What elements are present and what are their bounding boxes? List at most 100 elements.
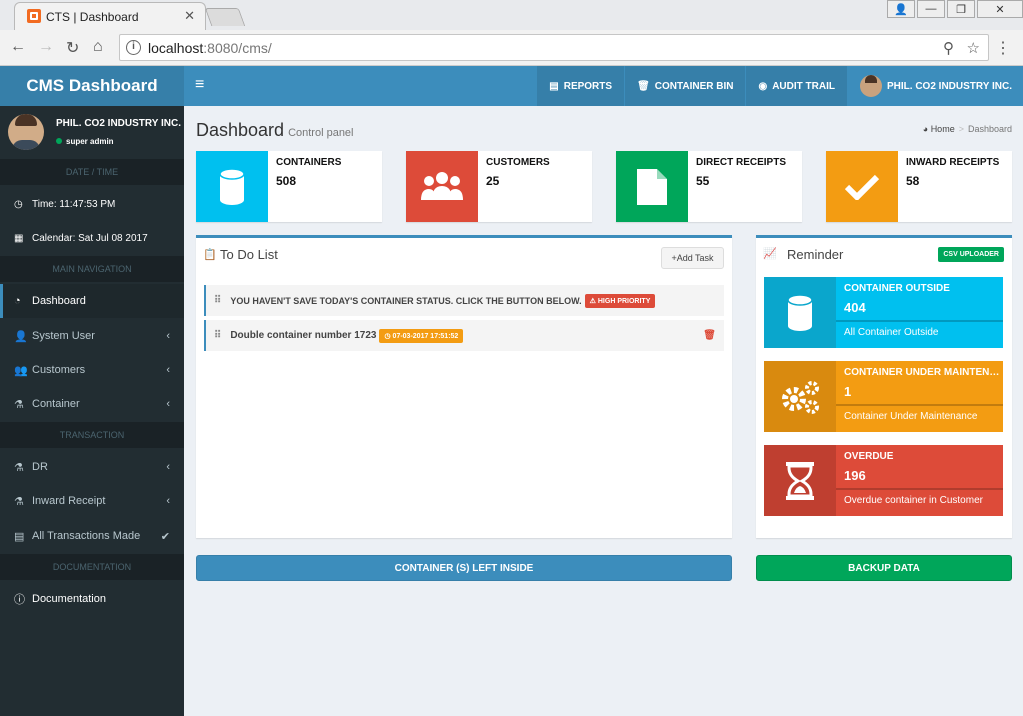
new-tab-button[interactable]	[204, 8, 246, 26]
maximize-button[interactable]: ❐	[947, 0, 975, 18]
drag-handle-icon[interactable]: ⠿	[214, 330, 221, 341]
profile-icon[interactable]: 👤	[887, 0, 915, 18]
progress-divider	[836, 404, 1003, 406]
close-window-button[interactable]: ✕	[977, 0, 1023, 18]
info-box-customers[interactable]: CUSTOMERS 25	[406, 151, 592, 222]
page-subtitle: Control panel	[288, 127, 354, 139]
check-icon	[826, 151, 898, 222]
close-tab-icon[interactable]: ✕	[184, 8, 195, 24]
info-box-direct-receipts[interactable]: DIRECT RECEIPTS 55	[616, 151, 802, 222]
todo-item[interactable]: ⠿ YOU HAVEN'T SAVE TODAY'S CONTAINER STA…	[204, 285, 724, 316]
info-box-label: INWARD RECEIPTS	[906, 157, 1000, 168]
sidebar-header-transaction: TRANSACTION	[0, 422, 184, 448]
todo-item[interactable]: ⠿ Double container number 1723 ◷ 07-03-2…	[204, 320, 724, 351]
chevron-left-icon: ‹	[166, 495, 170, 507]
chevron-left-icon: ‹	[166, 461, 170, 473]
users-icon	[406, 151, 478, 222]
add-task-button[interactable]: + Add Task	[661, 247, 724, 269]
sidebar-item-dashboard[interactable]: ◔ Dashboard	[0, 284, 184, 318]
forward-arrow-icon[interactable]: →	[38, 38, 54, 56]
info-box-value: 58	[906, 174, 920, 188]
back-arrow-icon[interactable]: ←	[10, 38, 26, 56]
sidebar-item-dr[interactable]: ⚗ DR ‹	[0, 450, 184, 484]
sidebar-item-customers[interactable]: 👥 Customers ‹	[0, 353, 184, 387]
user-panel: PHIL. CO2 INDUSTRY INC. super admin	[0, 106, 184, 158]
dashboard-icon: ◔	[14, 295, 21, 307]
gears-icon	[764, 361, 836, 432]
reminder-label: CONTAINER OUTSIDE	[844, 283, 950, 294]
info-box-value: 55	[696, 174, 710, 188]
file-icon	[616, 151, 688, 222]
user-menu-label: PHIL. CO2 INDUSTRY INC.	[886, 80, 1012, 92]
reminder-box: 📈 Reminder CSV UPLOADER CONTAINER OUTSID…	[756, 235, 1012, 538]
sidebar-item-container[interactable]: ⚗ Container ‹	[0, 387, 184, 421]
home-icon[interactable]: ⌂	[93, 38, 103, 56]
minimize-button[interactable]: —	[917, 0, 945, 18]
breadcrumb-home[interactable]: Home	[931, 124, 955, 134]
drag-handle-icon[interactable]: ⠿	[214, 295, 221, 306]
info-icon[interactable]: i	[126, 40, 141, 55]
reload-icon[interactable]: ↻	[66, 38, 79, 58]
address-bar[interactable]: i localhost:8080/cms/ ⚲ ☆	[119, 34, 989, 61]
sidebar-item-system-user[interactable]: 👤 System User ‹	[0, 319, 184, 353]
flask-icon: ⚗	[14, 461, 24, 474]
tab-title: CTS | Dashboard	[46, 10, 139, 24]
window-controls: 👤 — ❐ ✕	[885, 0, 1023, 18]
container-bin-link[interactable]: 🗑 CONTAINER BIN	[624, 66, 746, 106]
container-bin-label: CONTAINER BIN	[654, 80, 734, 92]
delete-trash-icon[interactable]: 🗑	[703, 330, 716, 341]
chevron-left-icon: ‹	[166, 330, 170, 342]
sidebar-header-main: MAIN NAVIGATION	[0, 256, 184, 282]
sidebar-toggle-icon[interactable]: ≡	[195, 76, 204, 94]
todo-text: Double container number 1723	[230, 330, 377, 341]
reports-label: REPORTS	[563, 80, 613, 92]
csv-uploader-badge[interactable]: CSV UPLOADER	[938, 247, 1004, 262]
reports-link[interactable]: ▤ REPORTS	[536, 66, 625, 106]
browser-toolbar: ← → ↻ ⌂ i localhost:8080/cms/ ⚲ ☆ ⋮	[0, 30, 1023, 66]
user-status: super admin	[56, 137, 114, 146]
sidebar-item-documentation[interactable]: ⓘ Documentation	[0, 582, 184, 616]
sidebar-time: ◷ Time: 11:47:53 PM	[14, 198, 116, 210]
dashboard-icon: ◕	[922, 124, 929, 134]
sidebar-header-docs: DOCUMENTATION	[0, 554, 184, 580]
reminder-value: 404	[844, 300, 866, 315]
reminder-overdue[interactable]: OVERDUE 196 Overdue container in Custome…	[764, 445, 1003, 516]
sidebar-item-inward-receipt[interactable]: ⚗ Inward Receipt ‹	[0, 484, 184, 518]
file-icon: ▤	[14, 530, 25, 543]
file-icon: ▤	[549, 80, 559, 92]
user-avatar	[859, 75, 882, 97]
xampp-favicon-icon	[27, 9, 41, 23]
audit-trail-link[interactable]: ◉ AUDIT TRAIL	[745, 66, 847, 106]
reminder-desc: Container Under Maintenance	[844, 411, 978, 422]
user-menu[interactable]: PHIL. CO2 INDUSTRY INC.	[846, 66, 1023, 106]
backup-data-button[interactable]: BACKUP DATA	[756, 555, 1012, 581]
container-left-inside-button[interactable]: CONTAINER (S) LEFT INSIDE	[196, 555, 732, 581]
browser-menu-icon[interactable]: ⋮	[995, 38, 1011, 58]
info-box-containers[interactable]: CONTAINERS 508	[196, 151, 382, 222]
reminder-under-maintenance[interactable]: CONTAINER UNDER MAINTENANCE 1 Container …	[764, 361, 1003, 432]
reminder-label: OVERDUE	[844, 451, 894, 462]
zoom-icon[interactable]: ⚲	[943, 39, 954, 57]
reminder-desc: Overdue container in Customer	[844, 495, 983, 506]
bookmark-star-icon[interactable]: ☆	[967, 39, 980, 57]
app-logo[interactable]: CMS Dashboard	[0, 66, 184, 106]
info-box-label: DIRECT RECEIPTS	[696, 157, 787, 168]
users-icon: 👥	[14, 364, 28, 377]
page-title: Dashboard Control panel	[196, 120, 354, 140]
sidebar-item-all-transactions[interactable]: ▤ All Transactions Made ✔	[0, 519, 184, 553]
check-icon: ✔	[160, 530, 170, 543]
reminder-title: Reminder	[787, 247, 844, 262]
flask-icon: ⚗	[14, 398, 24, 411]
browser-tab[interactable]: CTS | Dashboard ✕	[14, 2, 206, 30]
online-dot-icon	[56, 138, 62, 144]
info-box-label: CUSTOMERS	[486, 157, 550, 168]
reminder-container-outside[interactable]: CONTAINER OUTSIDE 404 All Container Outs…	[764, 277, 1003, 348]
chevron-left-icon: ‹	[166, 398, 170, 410]
app-header: CMS Dashboard ≡ ▤ REPORTS 🗑 CONTAINER BI…	[0, 66, 1023, 106]
audit-trail-label: AUDIT TRAIL	[772, 80, 835, 92]
info-box-inward-receipts[interactable]: INWARD RECEIPTS 58	[826, 151, 1012, 222]
eye-icon: ◉	[758, 80, 768, 92]
breadcrumb: ◕ Home > Dashboard	[922, 124, 1012, 134]
breadcrumb-current: Dashboard	[967, 124, 1012, 134]
reminder-value: 196	[844, 468, 866, 483]
